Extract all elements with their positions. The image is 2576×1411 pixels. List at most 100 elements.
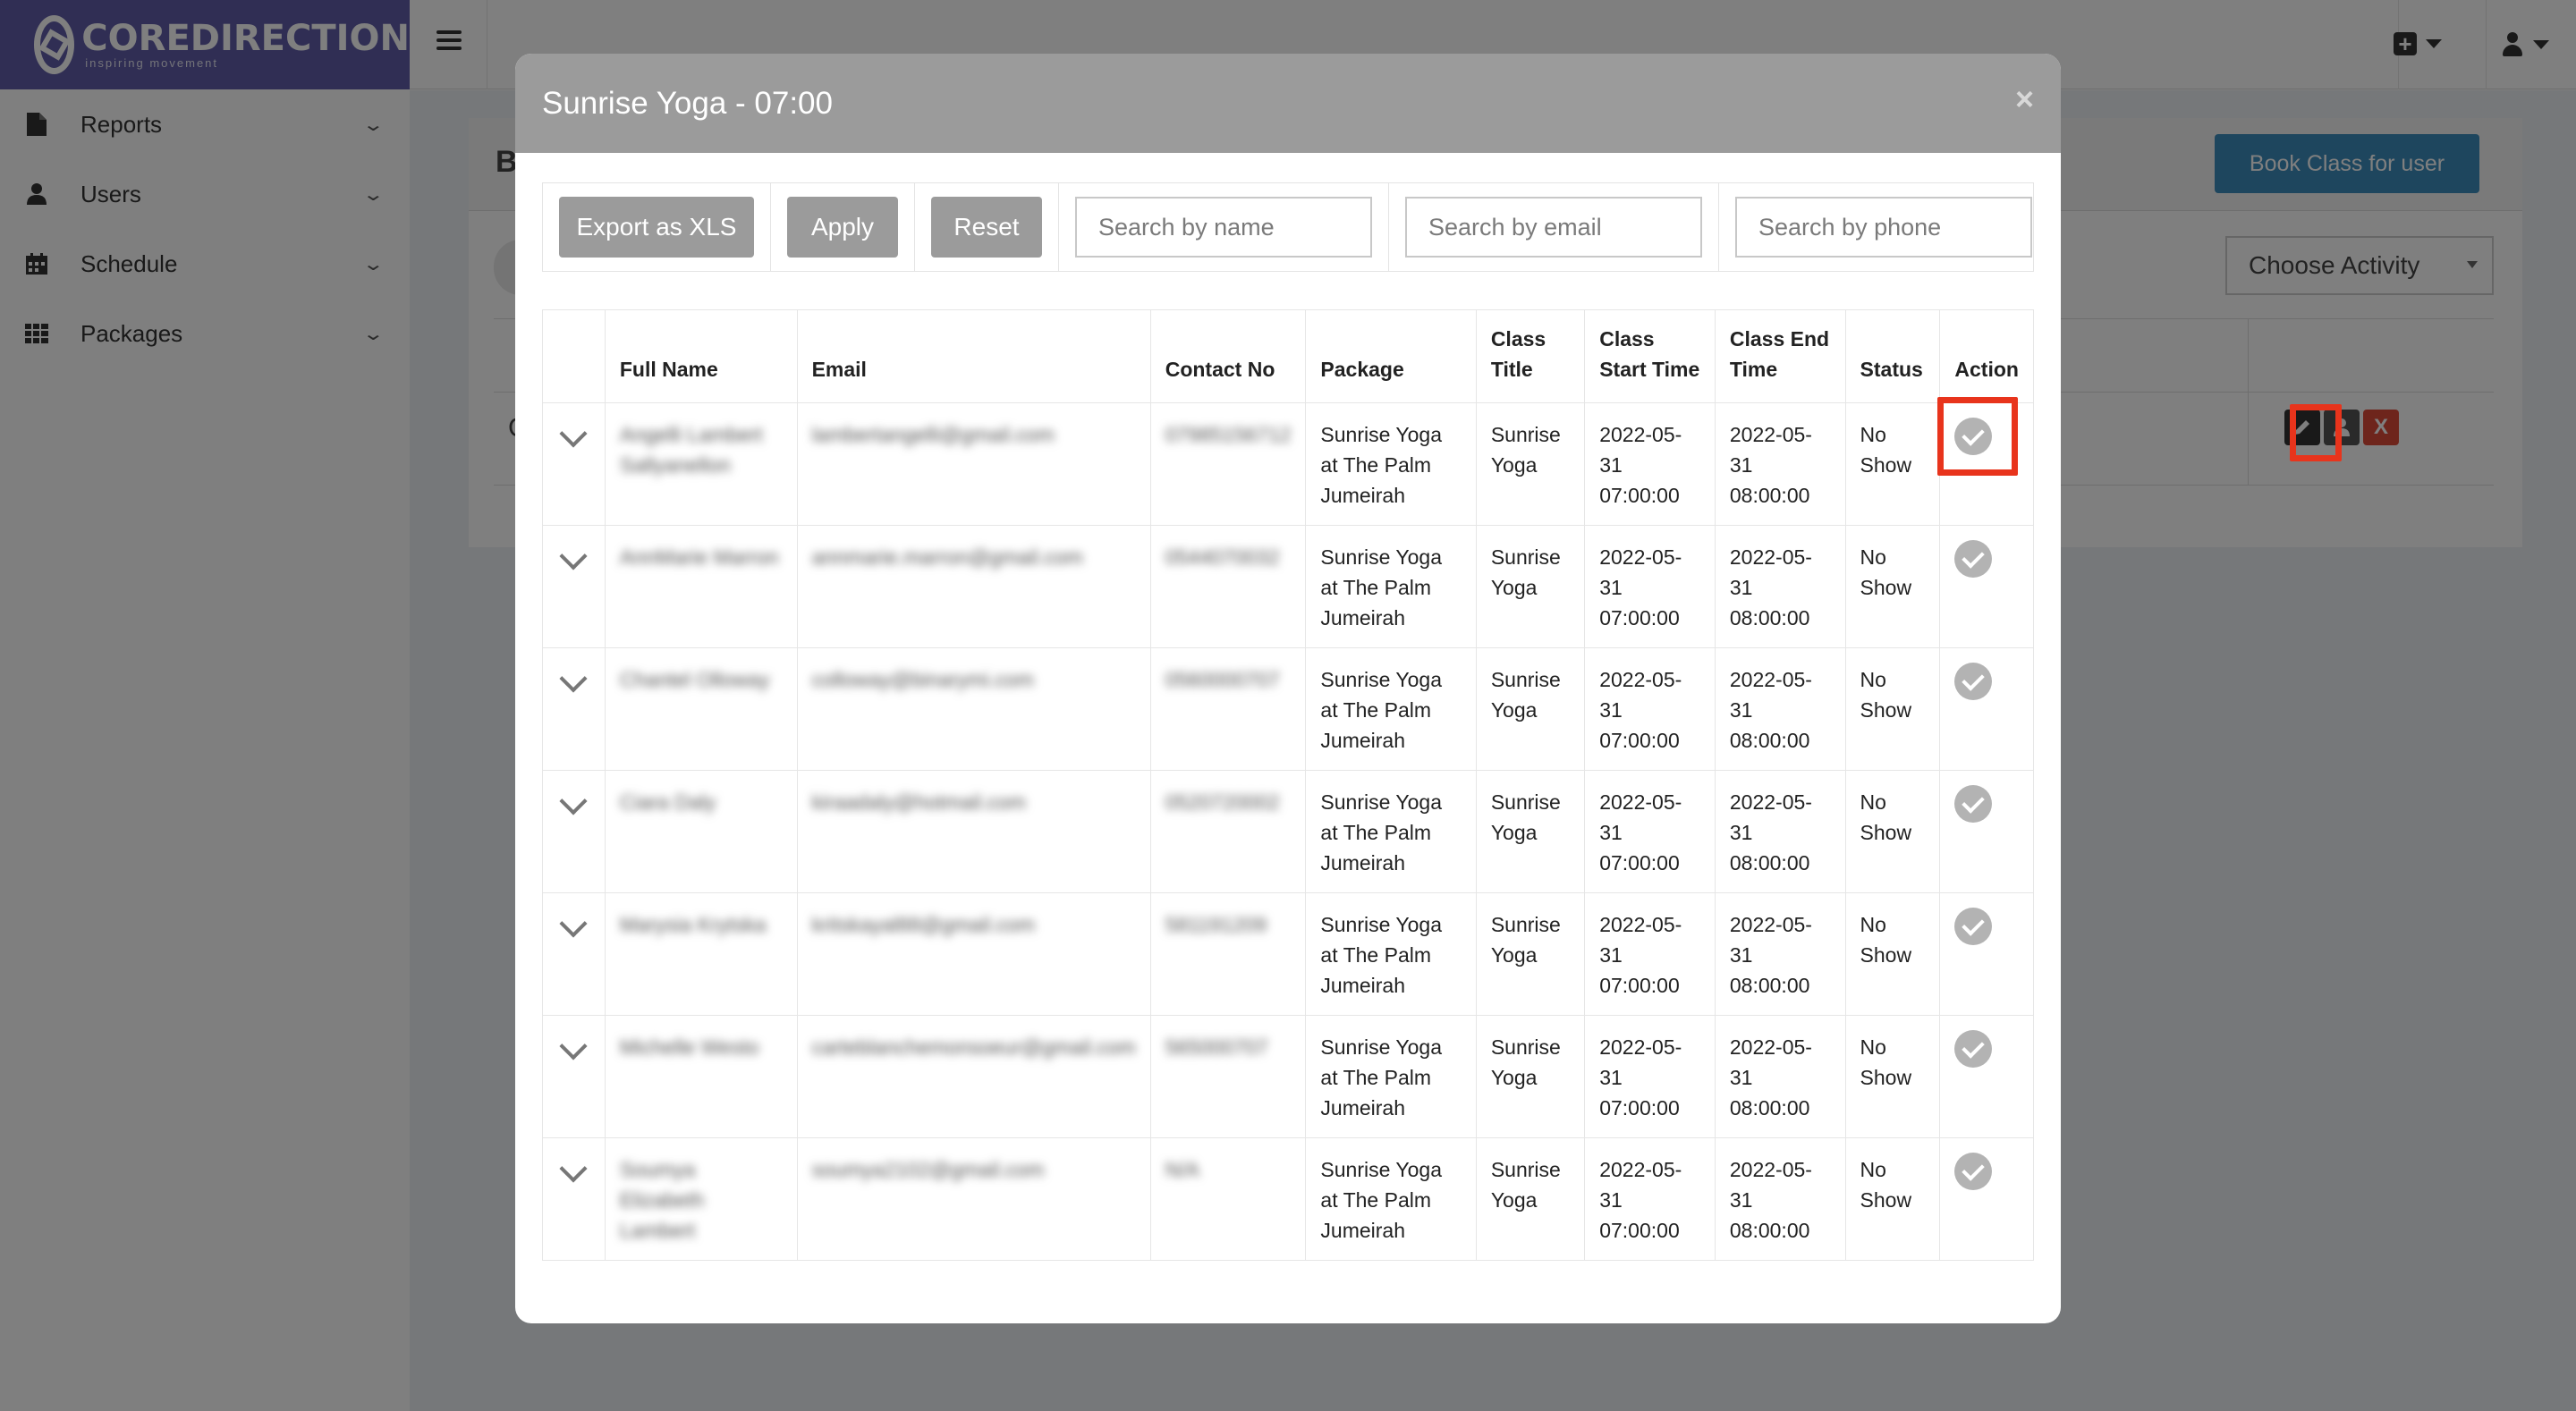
class-start-time-text: 2022-05-31 07:00:00 (1599, 790, 1682, 874)
class-start-time-cell: 2022-05-31 07:00:00 (1584, 892, 1716, 1016)
contact-no-cell: 0544070032 (1149, 525, 1307, 648)
class-title-text: Sunrise Yoga (1490, 790, 1561, 844)
class-end-time-text: 2022-05-31 08:00:00 (1729, 1035, 1812, 1120)
class-title-cell: Sunrise Yoga (1475, 525, 1586, 648)
expand-cell (542, 647, 606, 771)
table-row[interactable]: AnnMarie Marron annmarie.marron@gmail.com… (542, 525, 2034, 648)
class-start-time-text: 2022-05-31 07:00:00 (1599, 913, 1682, 997)
chevron-down-icon[interactable] (559, 909, 588, 938)
package-cell: Sunrise Yoga at The Palm Jumeirah (1305, 1137, 1477, 1261)
contact-no-cell: 0520720002 (1149, 770, 1307, 893)
check-circle-icon[interactable] (1954, 1030, 1993, 1068)
class-end-time-text: 2022-05-31 08:00:00 (1729, 1158, 1812, 1242)
search-email-input[interactable] (1405, 197, 1702, 258)
contact-no-text: N/A (1165, 1158, 1200, 1181)
search-name-input[interactable] (1075, 197, 1372, 258)
column-header: Email (796, 309, 1151, 403)
action-cell (1939, 1137, 2034, 1261)
column-header: Contact No (1149, 309, 1307, 403)
table-row[interactable]: Soumya Elizabeth Lambert soumya2102@gmail… (542, 1137, 2034, 1261)
status-cell: No Show (1844, 402, 1941, 526)
package-cell: Sunrise Yoga at The Palm Jumeirah (1305, 647, 1477, 771)
class-end-time-text: 2022-05-31 08:00:00 (1729, 913, 1812, 997)
package-text: Sunrise Yoga at The Palm Jumeirah (1320, 423, 1442, 507)
contact-no-text: 565000707 (1165, 1035, 1268, 1059)
email-cell: annmarie.marron@gmail.com (796, 525, 1151, 648)
full-name-cell: Michelle Westo (604, 1015, 798, 1138)
contact-no-cell: 07985156712 (1149, 402, 1307, 526)
chevron-down-icon[interactable] (559, 542, 588, 570)
full-name-text: Soumya Elizabeth Lambert (619, 1158, 705, 1242)
table-row[interactable]: Marysia Krytska kritskayal88@gmail.com 581… (542, 892, 2034, 1016)
chevron-down-icon[interactable] (559, 1154, 588, 1183)
expand-cell (542, 1015, 606, 1138)
chevron-down-icon[interactable] (559, 419, 588, 448)
table-row[interactable]: Michelle Westo carteblanchemonsoeur@gmail… (542, 1015, 2034, 1138)
class-title-cell: Sunrise Yoga (1475, 770, 1586, 893)
reset-button[interactable]: Reset (931, 197, 1042, 258)
class-title-cell: Sunrise Yoga (1475, 1015, 1586, 1138)
column-header: Full Name (604, 309, 798, 403)
table-row[interactable]: Ciara Daly kiraadaly@hotmail.com 052072000… (542, 770, 2034, 893)
check-circle-icon[interactable] (1954, 785, 1993, 823)
expand-cell (542, 402, 606, 526)
status-text: No Show (1860, 668, 1912, 722)
class-end-time-cell: 2022-05-31 08:00:00 (1714, 770, 1846, 893)
full-name-cell: Soumya Elizabeth Lambert (604, 1137, 798, 1261)
check-circle-icon[interactable] (1954, 1153, 1993, 1190)
column-header: Class Start Time (1584, 309, 1716, 403)
attendance-modal: Sunrise Yoga - 07:00 × Export as XLS App… (515, 54, 2061, 1323)
status-cell: No Show (1844, 1137, 1941, 1261)
class-start-time-text: 2022-05-31 07:00:00 (1599, 423, 1682, 507)
package-cell: Sunrise Yoga at The Palm Jumeirah (1305, 525, 1477, 648)
table-row[interactable]: Angelli Lambert Sallyanellon lambertangel… (542, 402, 2034, 526)
email-text: carteblanchemonsoeur@gmail.com (811, 1035, 1136, 1059)
action-cell (1939, 892, 2034, 1016)
chevron-down-icon[interactable] (559, 664, 588, 693)
package-cell: Sunrise Yoga at The Palm Jumeirah (1305, 892, 1477, 1016)
email-cell: soumya2102@gmail.com (796, 1137, 1151, 1261)
full-name-text: AnnMarie Marron (619, 545, 779, 569)
contact-no-text: 581191209 (1165, 913, 1267, 936)
email-cell: colloway@binarymi.com (796, 647, 1151, 771)
chevron-down-icon[interactable] (559, 787, 588, 815)
class-title-cell: Sunrise Yoga (1475, 647, 1586, 771)
status-cell: No Show (1844, 647, 1941, 771)
class-end-time-cell: 2022-05-31 08:00:00 (1714, 892, 1846, 1016)
expand-column-header (542, 309, 606, 403)
column-header: Action (1939, 309, 2034, 403)
column-header: Package (1305, 309, 1477, 403)
close-icon[interactable]: × (2015, 80, 2034, 118)
package-cell: Sunrise Yoga at The Palm Jumeirah (1305, 1015, 1477, 1138)
full-name-text: Ciara Daly (619, 790, 716, 814)
class-title-text: Sunrise Yoga (1490, 545, 1561, 599)
modal-header: Sunrise Yoga - 07:00 × (515, 54, 2061, 153)
class-start-time-cell: 2022-05-31 07:00:00 (1584, 402, 1716, 526)
email-cell: lambertangelli@gmail.com (796, 402, 1151, 526)
export-xls-button[interactable]: Export as XLS (559, 197, 754, 258)
chevron-down-icon[interactable] (559, 1032, 588, 1060)
check-circle-icon[interactable] (1954, 540, 1993, 578)
class-start-time-text: 2022-05-31 07:00:00 (1599, 1158, 1682, 1242)
class-end-time-text: 2022-05-31 08:00:00 (1729, 545, 1812, 629)
email-text: annmarie.marron@gmail.com (811, 545, 1083, 569)
expand-cell (542, 770, 606, 893)
apply-button[interactable]: Apply (787, 197, 898, 258)
status-cell: No Show (1844, 1015, 1941, 1138)
class-title-text: Sunrise Yoga (1490, 423, 1561, 477)
action-cell (1939, 1015, 2034, 1138)
column-header: Class Title (1475, 309, 1586, 403)
check-circle-icon[interactable] (1954, 908, 1993, 945)
package-text: Sunrise Yoga at The Palm Jumeirah (1320, 1158, 1442, 1242)
check-circle-icon[interactable] (1954, 663, 1993, 700)
column-header: Class End Time (1714, 309, 1846, 403)
class-title-text: Sunrise Yoga (1490, 668, 1561, 722)
status-text: No Show (1860, 913, 1912, 967)
class-title-text: Sunrise Yoga (1490, 913, 1561, 967)
table-row[interactable]: Chantel Olloway colloway@binarymi.com 0560… (542, 647, 2034, 771)
email-text: kritskayal88@gmail.com (811, 913, 1036, 936)
class-start-time-text: 2022-05-31 07:00:00 (1599, 1035, 1682, 1120)
search-phone-input[interactable] (1735, 197, 2032, 258)
class-title-text: Sunrise Yoga (1490, 1035, 1561, 1089)
status-text: No Show (1860, 1158, 1912, 1212)
